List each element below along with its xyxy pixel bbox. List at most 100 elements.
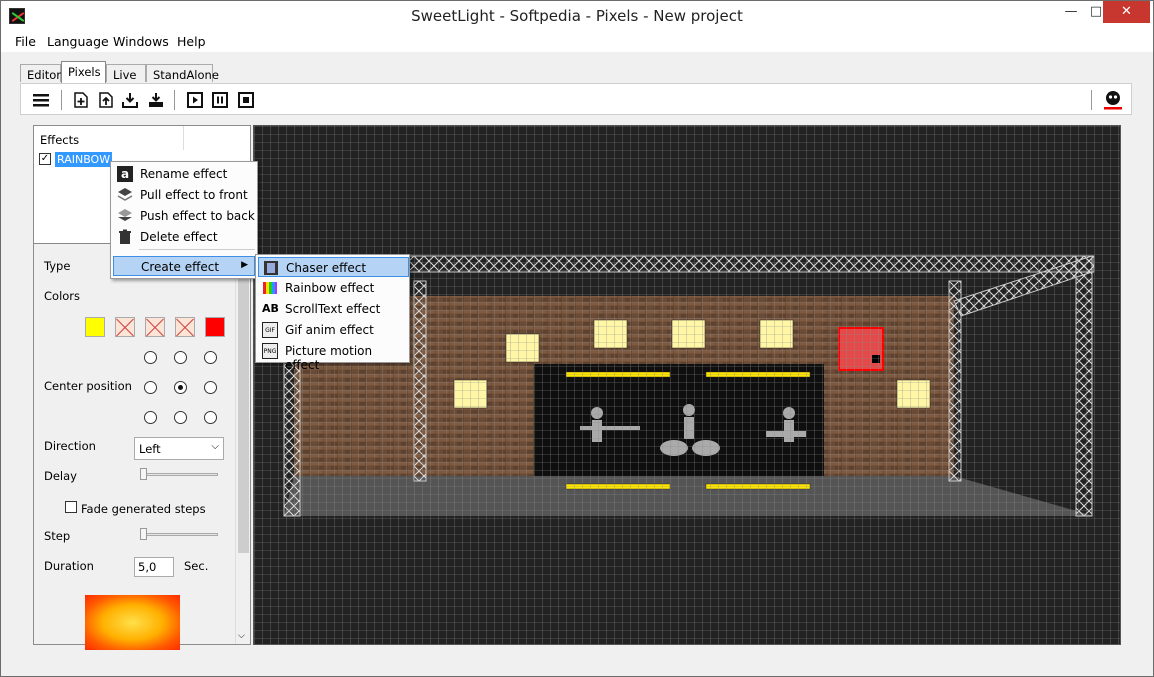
delay-label: Delay: [44, 469, 77, 483]
duration-label: Duration: [44, 559, 94, 573]
tab-pixels[interactable]: Pixels: [61, 61, 106, 83]
menu-item-label: ScrollText effect: [285, 302, 381, 316]
effect-preview: [85, 595, 180, 650]
color-swatch-empty[interactable]: [115, 317, 135, 337]
toolbar-separator: [174, 90, 175, 110]
center-radio-top-right[interactable]: [204, 351, 217, 364]
menu-item-label: Create effect: [141, 260, 220, 274]
duration-unit: Sec.: [184, 559, 209, 573]
menu-item-rainbow[interactable]: Rainbow effect: [258, 278, 409, 298]
menu-item-gif[interactable]: GIF Gif anim effect: [258, 320, 409, 340]
menu-file[interactable]: File: [15, 34, 36, 49]
color-swatch-yellow[interactable]: [85, 317, 105, 337]
png-file-icon: PNG: [262, 343, 278, 359]
menu-windows[interactable]: Windows: [113, 34, 169, 49]
text-ab-icon: AB: [262, 302, 279, 315]
color-swatch-empty[interactable]: [145, 317, 165, 337]
window-title: SweetLight - Softpedia - Pixels - New pr…: [411, 7, 743, 25]
step-slider[interactable]: [140, 533, 218, 536]
delay-slider[interactable]: [140, 473, 218, 476]
menu-item-label: Chaser effect: [286, 261, 367, 275]
menu-separator: [139, 249, 255, 250]
menu-item-label: Gif anim effect: [285, 323, 374, 337]
step-label: Step: [44, 529, 71, 543]
menu-item-chaser[interactable]: Chaser effect: [258, 257, 409, 277]
effect-item-rainbow[interactable]: RAINBOW: [55, 152, 113, 167]
play-icon[interactable]: [185, 90, 205, 110]
scrollbar-thumb[interactable]: [238, 248, 249, 553]
center-radio-bottom[interactable]: [174, 411, 187, 424]
step-slider-thumb[interactable]: [140, 528, 147, 540]
fade-steps-checkbox[interactable]: [65, 501, 77, 513]
status-bar: [1, 656, 1153, 676]
properties-scrollbar[interactable]: ⌵: [235, 246, 250, 644]
center-radio-top-left[interactable]: [144, 351, 157, 364]
menu-item-label: Push effect to back: [140, 209, 255, 223]
toolbar-separator: [1091, 90, 1092, 110]
center-radio-center[interactable]: [174, 381, 187, 394]
delay-slider-thumb[interactable]: [140, 468, 147, 480]
center-radio-top[interactable]: [174, 351, 187, 364]
tab-editor[interactable]: Editor: [20, 64, 61, 82]
toolbar: [20, 83, 1132, 115]
menu-help[interactable]: Help: [177, 34, 206, 49]
menu-item-delete[interactable]: Delete effect: [113, 227, 255, 247]
direction-value: Left: [139, 442, 161, 456]
color-swatch-red[interactable]: [205, 317, 225, 337]
film-icon: [263, 260, 279, 276]
export-icon[interactable]: [146, 90, 166, 110]
menu-item-scrolltext[interactable]: AB ScrollText effect: [258, 299, 409, 319]
menu-item-create-effect[interactable]: Create effect ▶: [113, 256, 255, 276]
pause-icon[interactable]: [210, 90, 230, 110]
stop-icon[interactable]: [236, 90, 256, 110]
menu-item-pull-front[interactable]: Pull effect to front: [113, 185, 255, 205]
create-effect-submenu: Chaser effect Rainbow effect AB ScrollTe…: [255, 254, 410, 372]
toolbar-separator: [61, 90, 62, 110]
layers-up-icon: [117, 187, 133, 203]
layers-down-icon: [117, 208, 133, 224]
close-button[interactable]: ✕: [1103, 1, 1150, 23]
center-radio-left[interactable]: [144, 381, 157, 394]
duration-input[interactable]: 5,0: [134, 557, 174, 577]
menu-bar: File Language Windows Help: [1, 32, 1153, 52]
effects-header: Effects: [34, 126, 184, 150]
scroll-down-icon[interactable]: ⌵: [238, 631, 245, 641]
menu-item-label: Delete effect: [140, 230, 218, 244]
effect-context-menu: a Rename effect Pull effect to front Pus…: [110, 161, 258, 279]
tab-live[interactable]: Live: [106, 64, 146, 82]
stage-scene: [254, 126, 1120, 644]
menu-icon[interactable]: [31, 90, 51, 110]
center-radio-bottom-right[interactable]: [204, 411, 217, 424]
record-icon[interactable]: [1103, 90, 1123, 110]
direction-label: Direction: [44, 439, 96, 453]
menu-item-picture-motion[interactable]: PNG Picture motion effect: [258, 341, 409, 372]
center-radio-right[interactable]: [204, 381, 217, 394]
rename-icon: a: [117, 166, 133, 182]
menu-item-rename[interactable]: a Rename effect: [113, 164, 255, 184]
menu-item-label: Rainbow effect: [285, 281, 375, 295]
direction-select[interactable]: Left ⌵: [134, 437, 224, 460]
app-window: SweetLight - Softpedia - Pixels - New pr…: [0, 0, 1154, 677]
colors-label: Colors: [44, 289, 81, 303]
type-label: Type: [44, 259, 71, 273]
menu-item-push-back[interactable]: Push effect to back: [113, 206, 255, 226]
rainbow-icon: [262, 280, 278, 296]
effect-properties: Type Colors Center position Direction Le…: [34, 245, 234, 650]
tab-standalone[interactable]: StandAlone: [146, 64, 219, 82]
import-icon[interactable]: [120, 90, 140, 110]
color-swatch-empty[interactable]: [175, 317, 195, 337]
pixel-stage-canvas[interactable]: [253, 125, 1121, 645]
upload-icon[interactable]: [96, 90, 116, 110]
new-page-icon[interactable]: [71, 90, 91, 110]
center-radio-bottom-left[interactable]: [144, 411, 157, 424]
effect-checkbox[interactable]: ✓: [39, 153, 51, 165]
gif-file-icon: GIF: [262, 322, 278, 338]
submenu-arrow-icon: ▶: [241, 260, 248, 270]
trash-icon: [117, 229, 133, 245]
title-bar: SweetLight - Softpedia - Pixels - New pr…: [1, 1, 1153, 32]
menu-item-label: Rename effect: [140, 167, 228, 181]
fade-steps-label: Fade generated steps: [81, 502, 206, 516]
chevron-down-icon: ⌵: [211, 441, 219, 452]
center-position-label: Center position: [44, 379, 132, 393]
menu-language[interactable]: Language: [47, 34, 109, 49]
